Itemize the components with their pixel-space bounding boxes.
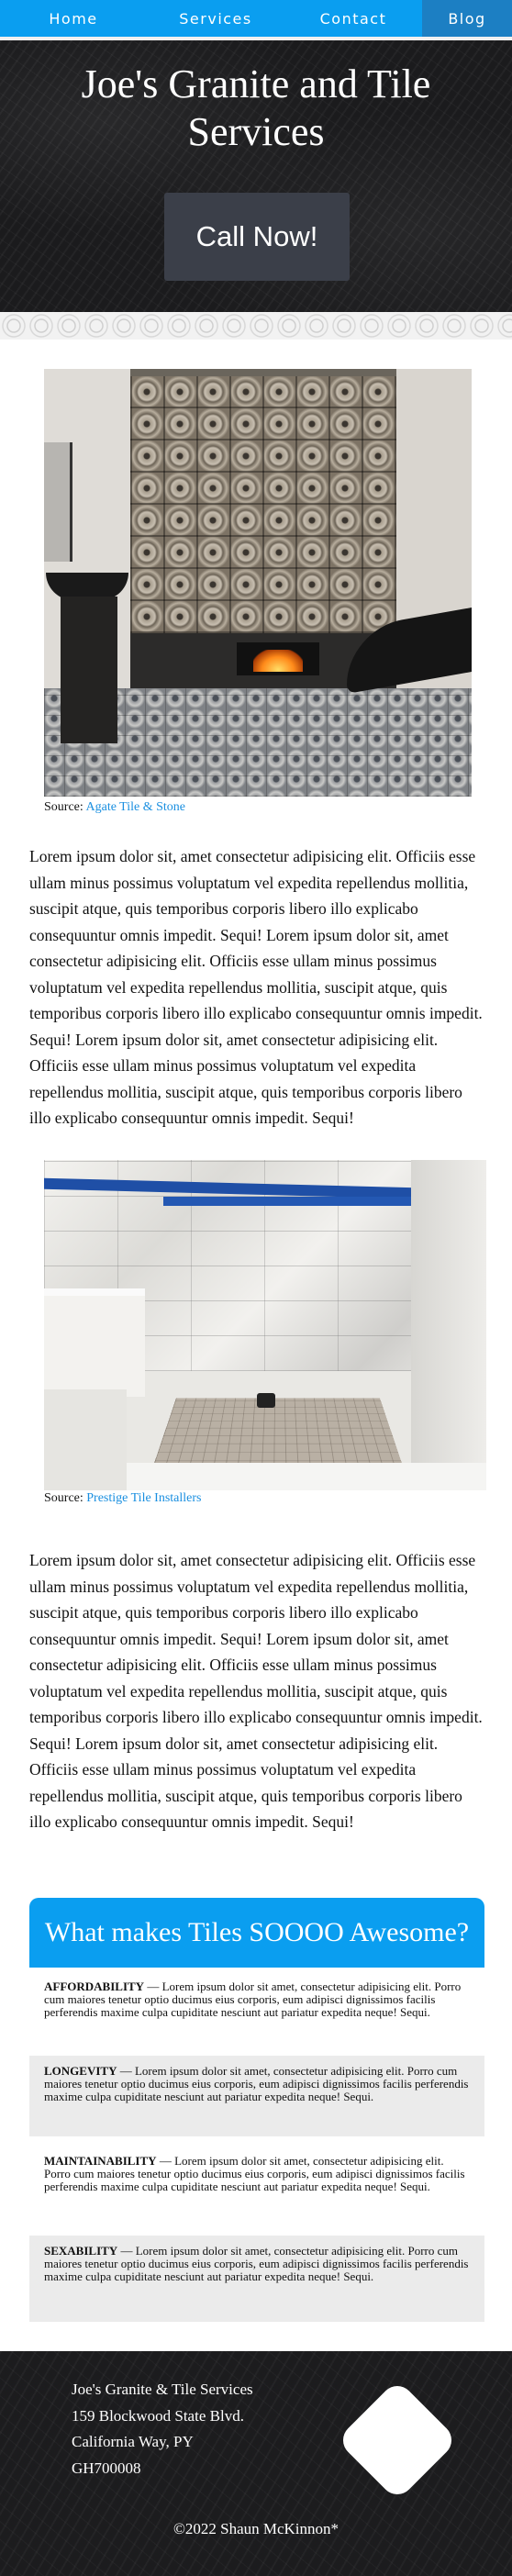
nav-blog-link[interactable]: Blog: [422, 0, 512, 37]
nav-home-link[interactable]: Home: [0, 0, 147, 37]
image-source-caption: Source: Prestige Tile Installers: [44, 1491, 202, 1505]
why-tiles-heading: What makes Tiles SOOOO Awesome?: [29, 1898, 484, 1968]
footer-address: Joe's Granite & Tile Services 159 Blockw…: [72, 2381, 253, 2477]
image-source-caption: Source: Agate Tile & Stone: [44, 800, 186, 814]
source-link-agate[interactable]: Agate Tile & Stone: [86, 800, 186, 814]
why-item-sexability: SEXABILITY — Lorem ipsum dolor sit amet,…: [29, 2236, 484, 2322]
drain-icon: [257, 1393, 275, 1408]
logo-icon: [336, 2379, 459, 2502]
body-paragraph: Lorem ipsum dolor sit, amet consectetur …: [29, 847, 483, 1127]
site-footer: Joe's Granite & Tile Services 159 Blockw…: [0, 2351, 512, 2576]
shower-tile-photo: [44, 1160, 486, 1490]
hero-banner: Joe's Granite and Tile Services Call Now…: [0, 40, 512, 312]
why-tiles-section: What makes Tiles SOOOO Awesome? AFFORDAB…: [29, 1898, 484, 2324]
body-paragraph: Lorem ipsum dolor sit, amet consectetur …: [29, 1551, 483, 1831]
decorative-pattern-strip: [0, 312, 512, 340]
site-title: Joe's Granite and Tile Services: [81, 61, 431, 154]
why-item-maintainability: MAINTAINABILITY — Lorem ipsum dolor sit …: [44, 2154, 465, 2193]
source-link-prestige[interactable]: Prestige Tile Installers: [86, 1491, 201, 1505]
call-now-button[interactable]: Call Now!: [164, 193, 350, 281]
why-item-affordability: AFFORDABILITY — Lorem ipsum dolor sit am…: [44, 1979, 462, 2019]
top-nav: Home Services Contact Blog: [0, 0, 512, 37]
why-item-longevity: LONGEVITY — Lorem ipsum dolor sit amet, …: [29, 2056, 484, 2136]
nav-services-link[interactable]: Services: [147, 0, 284, 37]
fire-icon: [237, 642, 319, 675]
fireplace-tile-photo: [44, 369, 472, 797]
copyright-text: ©2022 Shaun McKinnon*: [173, 2520, 339, 2537]
nav-contact-link[interactable]: Contact: [284, 0, 422, 37]
